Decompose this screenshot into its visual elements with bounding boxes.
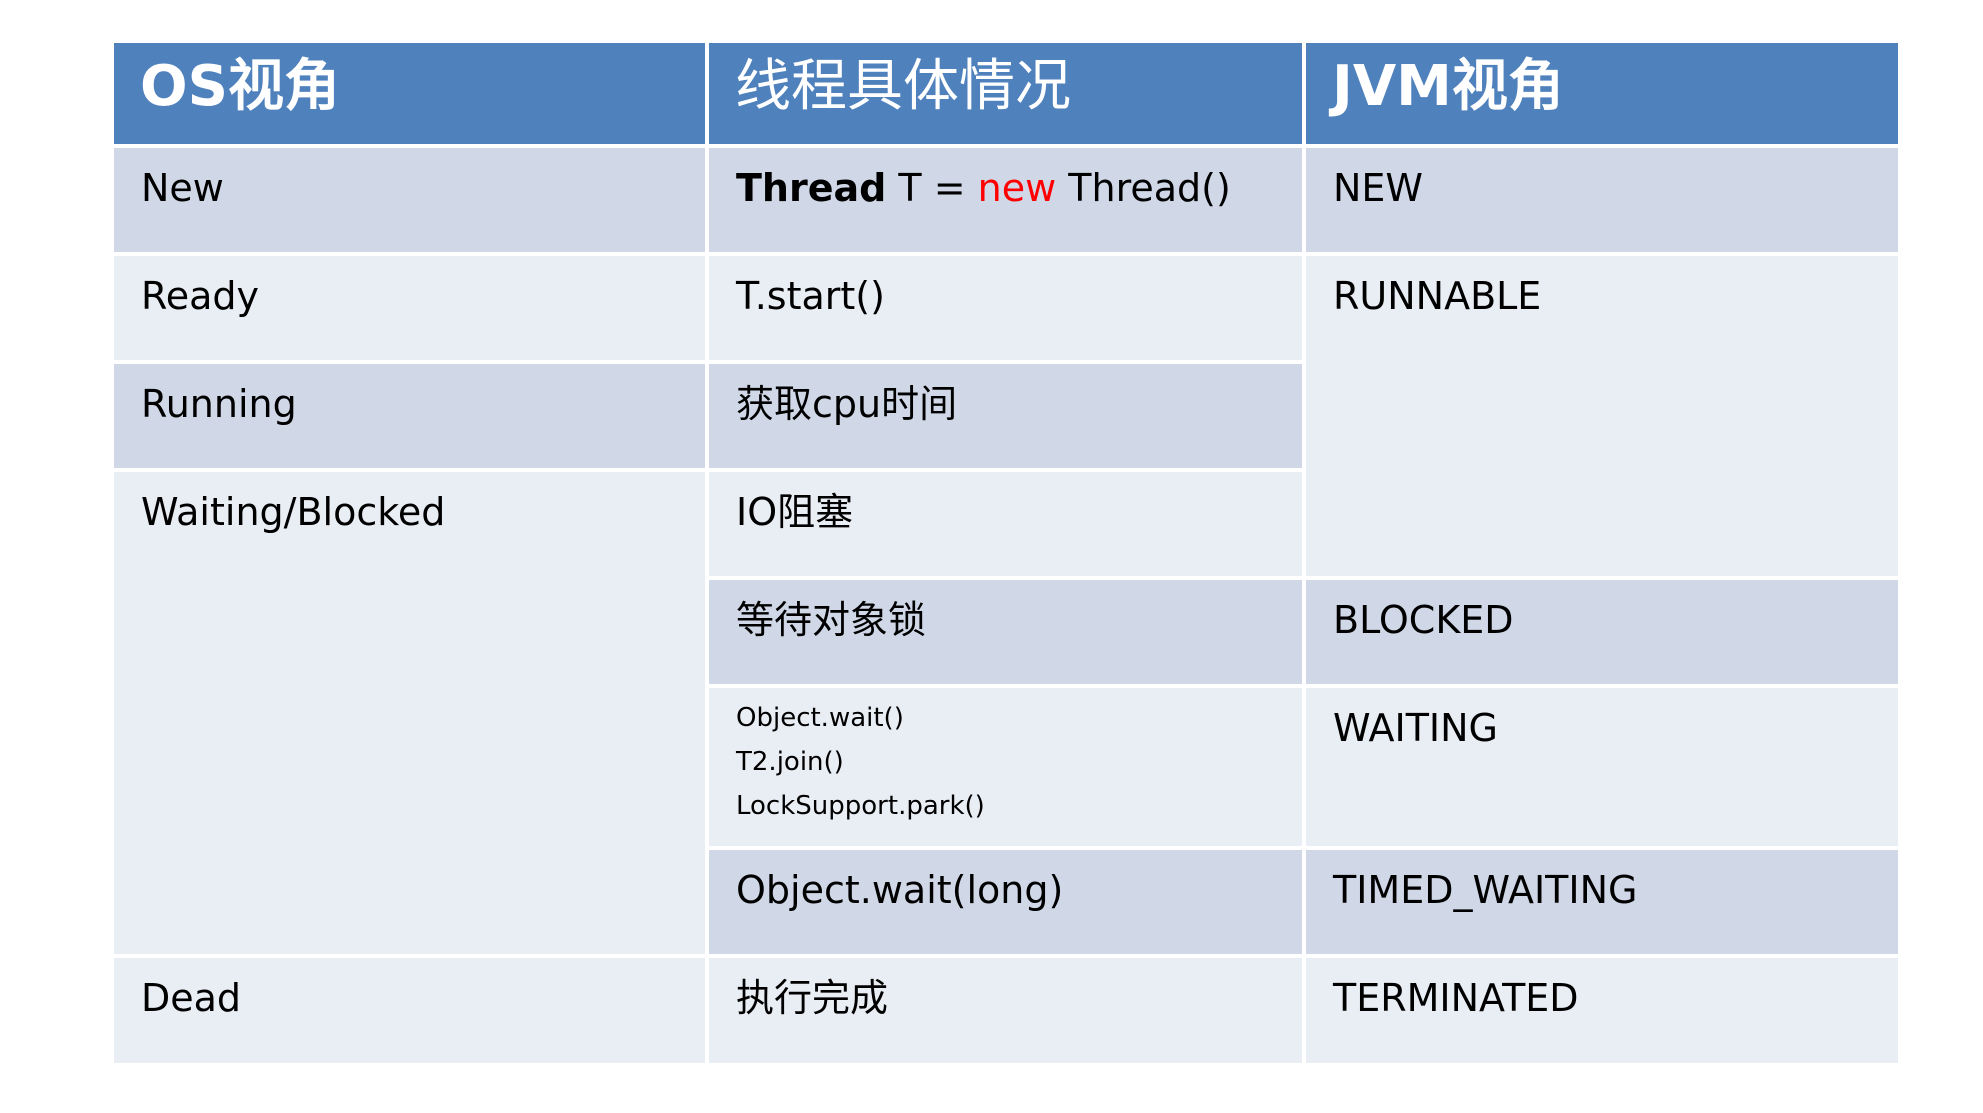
jvm-state-waiting: WAITING <box>1306 688 1898 846</box>
jvm-state-terminated: TERMINATED <box>1306 958 1898 1063</box>
os-state-ready: Ready <box>114 256 705 360</box>
jvm-state-timed-waiting: TIMED_WAITING <box>1306 850 1898 954</box>
jvm-state-runnable: RUNNABLE <box>1306 256 1898 576</box>
detail-new-thread: Thread T = new Thread() <box>709 148 1302 252</box>
thread-state-table: OS视角 线程具体情况 JVM视角 New Thread T = new Thr… <box>114 43 1898 1065</box>
detail-io-blocking: IO阻塞 <box>709 472 1302 576</box>
code-new-keyword: new <box>977 166 1057 210</box>
os-state-new: New <box>114 148 705 252</box>
code-thread-type: Thread <box>736 166 887 210</box>
detail-object-wait-long: Object.wait(long) <box>709 850 1302 954</box>
os-state-running: Running <box>114 364 705 468</box>
os-state-waiting-blocked: Waiting/Blocked <box>114 472 705 954</box>
jvm-state-new: NEW <box>1306 148 1898 252</box>
detail-waiting-methods: Object.wait() T2.join() LockSupport.park… <box>709 688 1302 846</box>
detail-execution-complete: 执行完成 <box>709 958 1302 1063</box>
detail-wait-object-lock: 等待对象锁 <box>709 580 1302 684</box>
header-os-view: OS视角 <box>114 43 705 144</box>
detail-start: T.start() <box>709 256 1302 360</box>
method-object-wait: Object.wait() <box>736 703 904 733</box>
header-jvm-view: JVM视角 <box>1306 43 1898 144</box>
detail-get-cpu-time: 获取cpu时间 <box>709 364 1302 468</box>
header-thread-detail: 线程具体情况 <box>709 43 1302 144</box>
os-state-dead: Dead <box>114 958 705 1063</box>
code-assign: T = <box>886 166 978 210</box>
jvm-state-blocked: BLOCKED <box>1306 580 1898 684</box>
method-thread-join: T2.join() <box>736 747 844 777</box>
code-constructor: Thread() <box>1056 166 1231 210</box>
method-locksupport-park: LockSupport.park() <box>736 791 985 821</box>
